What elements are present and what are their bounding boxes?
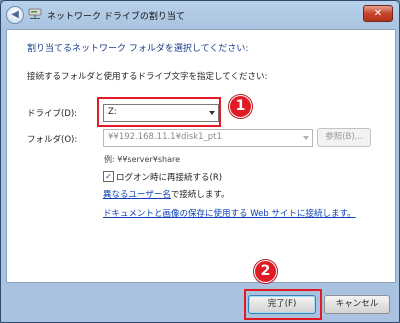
title-bar: ◀ ネットワーク ドライブの割り当て ✕ [1,1,399,29]
network-drive-icon [28,8,42,19]
browse-button[interactable]: 参照(B)... [317,128,371,147]
window-title: ネットワーク ドライブの割り当て [47,12,185,22]
web-site-line: ドキュメントと画像の保存に使用する Web サイトに接続します。 [103,207,356,219]
reconnect-checkbox[interactable]: ✓ [103,171,114,182]
instruction-text: 接続するフォルダと使用するドライブ文字を指定してください: [27,72,268,82]
close-button[interactable]: ✕ [363,5,393,22]
folder-input-value: ¥¥192.168.11.1¥disk1_pt1 [108,132,222,142]
other-user-line: 異なるユーザー名で接続します。 [103,188,230,200]
example-text: 例: ¥¥server¥share [104,155,181,164]
step-badge-2: 2 [254,260,277,283]
web-site-link[interactable]: ドキュメントと画像の保存に使用する Web サイトに接続します。 [103,209,356,219]
step-badge-1: 1 [229,95,252,118]
cancel-button[interactable]: キャンセル [324,295,390,314]
dialog-content: 割り当てるネットワーク フォルダを選択してください: 接続するフォルダと使用する… [6,29,396,283]
reconnect-label: ログオン時に再接続する(R) [116,173,223,183]
dialog-window: ◀ ネットワーク ドライブの割り当て ✕ 割り当てるネットワーク フォルダを選択… [0,0,400,323]
folder-input[interactable]: ¥¥192.168.11.1¥disk1_pt1 [103,129,313,147]
drive-highlight-box [97,97,221,127]
folder-label: フォルダ(O): [27,135,78,145]
back-button[interactable]: ◀ [6,6,24,24]
other-user-suffix: で接続します。 [170,190,230,200]
finish-highlight-box [244,289,322,320]
drive-label: ドライブ(D): [27,109,78,119]
other-user-link[interactable]: 異なるユーザー名 [103,190,171,200]
chevron-down-icon [303,136,309,140]
page-heading: 割り当てるネットワーク フォルダを選択してください: [27,44,249,54]
